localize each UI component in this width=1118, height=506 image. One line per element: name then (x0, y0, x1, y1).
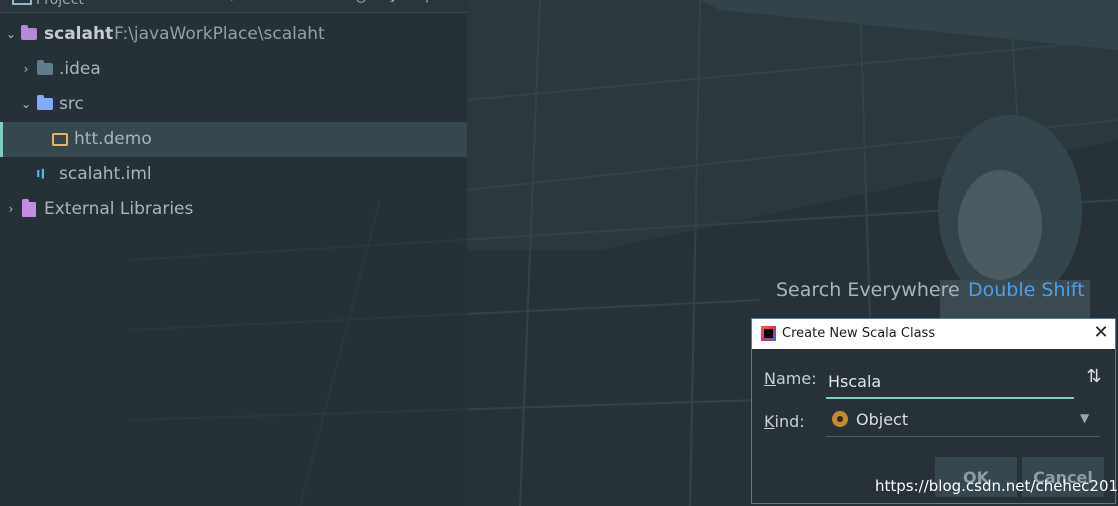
collapse-all-icon[interactable]: ⤡ (380, 0, 398, 6)
source-folder-icon (37, 95, 53, 110)
search-shortcut-label: Double Shift (968, 279, 1085, 301)
module-folder-icon (21, 25, 37, 40)
iml-file-icon: ׀ו (36, 166, 46, 181)
folder-icon (37, 60, 53, 75)
tree-item-label: External Libraries (44, 199, 194, 219)
tree-item-label: scalaht (44, 24, 114, 44)
sort-arrows-icon[interactable]: ⇅ (1082, 365, 1106, 389)
search-everywhere-hint: Search Everywhere (776, 279, 960, 301)
kind-select[interactable]: Object ▼ (826, 405, 1100, 437)
close-icon[interactable]: ✕ (1090, 322, 1112, 344)
dialog-title: Create New Scala Class (782, 326, 936, 341)
tree-item-label: htt.demo (74, 129, 152, 149)
name-label: Name: (764, 369, 817, 388)
hide-panel-icon[interactable]: ⇤ (442, 0, 460, 6)
libraries-icon (22, 199, 36, 217)
tree-item-label: .idea (59, 59, 101, 79)
intellij-app-icon (761, 326, 776, 341)
watermark-text: https://blog.csdn.net/chehec2010 (875, 477, 1118, 495)
package-icon (52, 133, 68, 146)
tree-item-src[interactable]: ⌄ src (0, 87, 467, 122)
dialog-titlebar[interactable]: Create New Scala Class ✕ (752, 319, 1115, 349)
tree-item-idea[interactable]: › .idea (0, 52, 467, 87)
tree-item-external-libraries[interactable]: › External Libraries (0, 192, 467, 227)
kind-label: Kind: (764, 412, 805, 431)
scala-object-icon (832, 411, 848, 427)
settings-menu-icon[interactable]: ⋮ (418, 0, 436, 6)
chevron-down-icon[interactable]: ▼ (228, 0, 236, 3)
project-panel: Project ▼ ◎ ⤡ ⋮ ⇤ ⌄ scalaht F:\javaWorkP… (0, 0, 467, 506)
tree-item-scalaht[interactable]: ⌄ scalaht F:\javaWorkPlace\scalaht (0, 17, 467, 52)
dropdown-arrow-icon[interactable]: ▼ (1080, 411, 1089, 425)
project-panel-title[interactable]: Project (36, 0, 84, 8)
project-panel-header: Project ▼ ◎ ⤡ ⋮ ⇤ (0, 0, 467, 13)
project-path-label: F:\javaWorkPlace\scalaht (114, 24, 325, 44)
tree-item-scalaht-iml[interactable]: ׀ו scalaht.iml (0, 157, 467, 192)
chevron-down-icon[interactable]: ⌄ (4, 26, 18, 42)
chevron-right-icon[interactable]: › (19, 61, 33, 77)
tree-item-htt-demo[interactable]: htt.demo (0, 122, 467, 157)
locate-icon[interactable]: ◎ (352, 0, 370, 6)
tree-item-label: scalaht.iml (59, 164, 152, 184)
project-icon (12, 0, 32, 5)
chevron-right-icon[interactable]: › (4, 201, 18, 217)
tree-item-label: src (59, 94, 84, 114)
kind-selected-value: Object (856, 410, 909, 429)
chevron-down-icon[interactable]: ⌄ (19, 96, 33, 112)
name-input[interactable] (826, 365, 1074, 399)
